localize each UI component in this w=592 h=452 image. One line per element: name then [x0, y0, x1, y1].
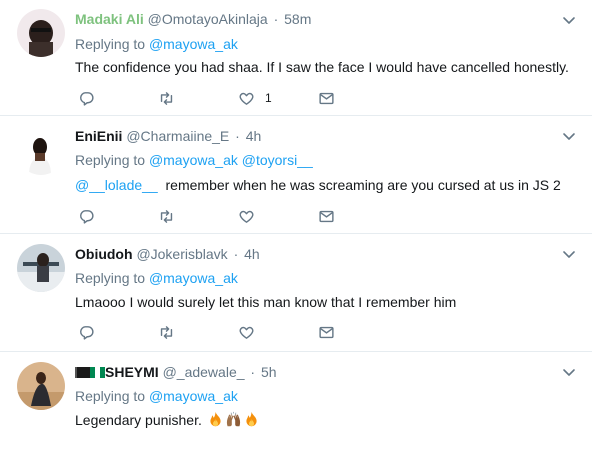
reply-icon	[78, 208, 95, 225]
separator-dot: ·	[250, 364, 256, 380]
display-name[interactable]: EniEnii	[75, 128, 122, 144]
retweet-button[interactable]	[158, 206, 175, 226]
message-button[interactable]	[318, 206, 335, 226]
tweet-actions: 1	[75, 88, 375, 108]
tweet-text-content: Legendary punisher.	[75, 412, 202, 428]
reply-button[interactable]	[78, 206, 95, 226]
chevron-down-icon[interactable]	[562, 365, 576, 379]
reply-button[interactable]	[78, 322, 95, 342]
replying-to-label: Replying to	[75, 270, 146, 286]
replying-to-link[interactable]: @mayowa_ak	[149, 36, 238, 52]
retweet-icon	[158, 208, 175, 225]
reply-button[interactable]	[78, 88, 95, 108]
replying-to: Replying to @mayowa_ak	[75, 35, 238, 53]
replying-to-link[interactable]: @mayowa_ak	[149, 270, 238, 286]
timestamp[interactable]: 58m	[284, 11, 311, 27]
replying-to-link[interactable]: @mayowa_ak	[149, 152, 238, 168]
nigeria-flag-icon	[90, 367, 105, 378]
like-icon	[238, 90, 255, 107]
tweet-2[interactable]: EniEnii @Charmaiine_E · 4h Replying to @…	[0, 116, 592, 234]
replying-to: Replying to @mayowa_ak @toyorsi__	[75, 151, 313, 169]
replying-to-label: Replying to	[75, 152, 146, 168]
separator-dot: ·	[233, 246, 239, 262]
timestamp[interactable]: 4h	[244, 246, 260, 262]
tweet-1[interactable]: Madaki Ali @OmotayoAkinlaja · 58m Replyi…	[0, 0, 592, 116]
reply-icon	[78, 324, 95, 341]
message-icon	[318, 208, 335, 225]
tweet-text: @__lolade__ remember when he was screami…	[75, 176, 561, 194]
chevron-down-icon[interactable]	[562, 129, 576, 143]
chevron-down-icon[interactable]	[562, 13, 576, 27]
replying-to-label: Replying to	[75, 36, 146, 52]
retweet-icon	[158, 324, 175, 341]
tweet-text: Lmaooo I would surely let this man know …	[75, 294, 457, 310]
display-name[interactable]: Obiudoh	[75, 246, 133, 262]
tweet-text: The confidence you had shaa. If I saw th…	[75, 59, 569, 75]
separator-dot: ·	[235, 128, 240, 144]
avatar[interactable]	[17, 362, 65, 410]
replying-to: Replying to @mayowa_ak	[75, 387, 238, 405]
user-handle[interactable]: @_adewale_	[163, 364, 245, 380]
replying-to: Replying to @mayowa_ak	[75, 269, 238, 287]
tweet-text-content: remember when he was screaming are you c…	[165, 177, 561, 193]
retweet-button[interactable]	[158, 322, 175, 342]
replying-to-link[interactable]: @mayowa_ak	[149, 388, 238, 404]
user-handle[interactable]: @Jokerisblavk	[136, 246, 227, 262]
avatar[interactable]	[17, 9, 65, 57]
display-name[interactable]: Madaki Ali	[75, 11, 144, 27]
like-icon	[238, 208, 255, 225]
raised-hands-emoji	[225, 411, 242, 428]
like-count: 1	[265, 91, 272, 105]
mention-link[interactable]: @__lolade__	[75, 177, 158, 193]
flag-icon	[75, 367, 90, 378]
user-handle[interactable]: @OmotayoAkinlaja	[148, 11, 268, 27]
message-icon	[318, 324, 335, 341]
fire-emoji	[207, 411, 224, 428]
reply-icon	[78, 90, 95, 107]
timestamp[interactable]: 5h	[261, 364, 277, 380]
retweet-icon	[158, 90, 175, 107]
tweet-actions	[75, 206, 375, 226]
fire-emoji	[243, 411, 260, 428]
timestamp[interactable]: 4h	[246, 128, 262, 144]
message-button[interactable]	[318, 322, 335, 342]
replies-feed: Madaki Ali @OmotayoAkinlaja · 58m Replyi…	[0, 0, 592, 452]
replying-to-label: Replying to	[75, 388, 146, 404]
tweet-4[interactable]: SHEYMI @_adewale_ · 5h Replying to @mayo…	[0, 352, 592, 452]
message-icon	[318, 90, 335, 107]
chevron-down-icon[interactable]	[562, 247, 576, 261]
avatar[interactable]	[17, 127, 65, 175]
like-button[interactable]	[238, 206, 255, 226]
tweet-text: Legendary punisher.	[75, 411, 260, 429]
user-handle[interactable]: @Charmaiine_E	[126, 128, 229, 144]
like-button[interactable]: 1	[238, 88, 272, 108]
tweet-actions	[75, 322, 375, 342]
like-button[interactable]	[238, 322, 255, 342]
avatar[interactable]	[17, 244, 65, 292]
message-button[interactable]	[318, 88, 335, 108]
like-icon	[238, 324, 255, 341]
retweet-button[interactable]	[158, 88, 175, 108]
display-name[interactable]: SHEYMI	[105, 364, 159, 380]
separator-dot: ·	[273, 11, 279, 27]
replying-to-link-2[interactable]: @toyorsi__	[242, 152, 313, 168]
tweet-3[interactable]: Obiudoh @Jokerisblavk · 4h Replying to @…	[0, 234, 592, 352]
